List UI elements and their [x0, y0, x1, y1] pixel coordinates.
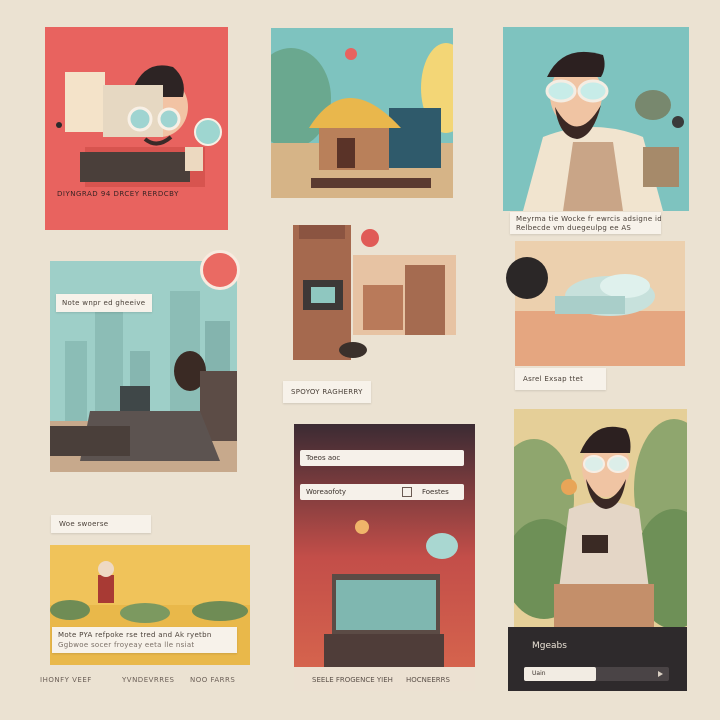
- card-hut-scene[interactable]: [271, 28, 453, 198]
- caption-line-1: Mote PYA refpoke rse tred and Ak ryetbn: [58, 631, 212, 639]
- form-field-2-toggle-icon[interactable]: [402, 487, 412, 497]
- form-field-2-value: Woreaofoty: [306, 488, 347, 496]
- desert-illustration: [515, 241, 685, 366]
- panel-title: Mgeabs: [532, 641, 567, 651]
- form-footer: SEELE FROGENCE YIEH HOCNEERRS: [294, 667, 475, 691]
- card-mustard-scene[interactable]: Mote PYA refpoke rse tred and Ak ryetbn …: [50, 545, 250, 665]
- panel-input-value: Uain: [524, 667, 596, 681]
- footer-link-2[interactable]: YVNDEVRRES: [122, 676, 175, 684]
- panel-input[interactable]: Uain: [524, 667, 669, 681]
- footer-link-right[interactable]: HOCNEERRS: [406, 676, 450, 684]
- card-caption-box: Meyrma tie Wocke fr ewrcis adsigne ide R…: [510, 212, 661, 234]
- card-caption-box: Mote PYA refpoke rse tred and Ak ryetbn …: [52, 627, 237, 653]
- form-field-2-suffix: Foestes: [422, 488, 449, 496]
- card-city-scene[interactable]: Note wnpr ed gheeive: [50, 261, 237, 472]
- panel-arrow-icon[interactable]: [658, 671, 663, 677]
- dark-login-panel: Mgeabs Uain: [508, 627, 687, 691]
- caption-line-2: Ggbwoe socer froyeay eeta lle nsiat: [58, 641, 195, 649]
- card-caption: DIYNGRAD 94 DRCEY RERDCBY: [57, 190, 179, 198]
- bearded-man-illustration: [503, 27, 689, 211]
- form-field-2[interactable]: Woreaofoty Foestes: [300, 484, 464, 500]
- card-man-with-cup[interactable]: [514, 409, 687, 629]
- card-caption: SPOYOY RAGHERRY: [283, 381, 371, 403]
- bomb-icon: [506, 257, 548, 299]
- coral-orb-icon: [200, 250, 240, 290]
- caption-line-1: Meyrma tie Wocke fr ewrcis adsigne ide: [516, 215, 661, 223]
- card-tower-scene[interactable]: [293, 225, 456, 365]
- footer-link-left[interactable]: SEELE FROGENCE YIEH: [312, 676, 393, 684]
- floating-coral-ball-icon: [361, 229, 379, 247]
- card-header-label: Note wnpr ed gheeive: [56, 294, 152, 312]
- footer-nav: IHONFY VEEF YVNDEVRRES NOO FARRS: [40, 672, 250, 692]
- hut-illustration: [271, 28, 453, 198]
- man-with-cup-illustration: [514, 409, 687, 629]
- tower-illustration: [293, 225, 456, 360]
- card-bearded-man[interactable]: [503, 27, 689, 211]
- card-footer-label: Woe swoerse: [51, 515, 151, 533]
- card-caption: Asrel Exsap ttet: [515, 368, 606, 390]
- card-dark-form[interactable]: Toeos aoc Woreaofoty Foestes SEELE FROGE…: [294, 424, 475, 691]
- form-field-1[interactable]: Toeos aoc: [300, 450, 464, 466]
- floating-orb-icon: [194, 118, 222, 146]
- card-desert-ship[interactable]: [515, 241, 685, 366]
- city-illustration: [50, 261, 237, 472]
- floating-coral-dot-icon: [345, 48, 357, 60]
- footer-link-3[interactable]: NOO FARRS: [190, 676, 235, 684]
- footer-link-1[interactable]: IHONFY VEEF: [40, 676, 92, 684]
- caption-line-2: Relbecde vm duegeulpg ee AS: [516, 224, 632, 232]
